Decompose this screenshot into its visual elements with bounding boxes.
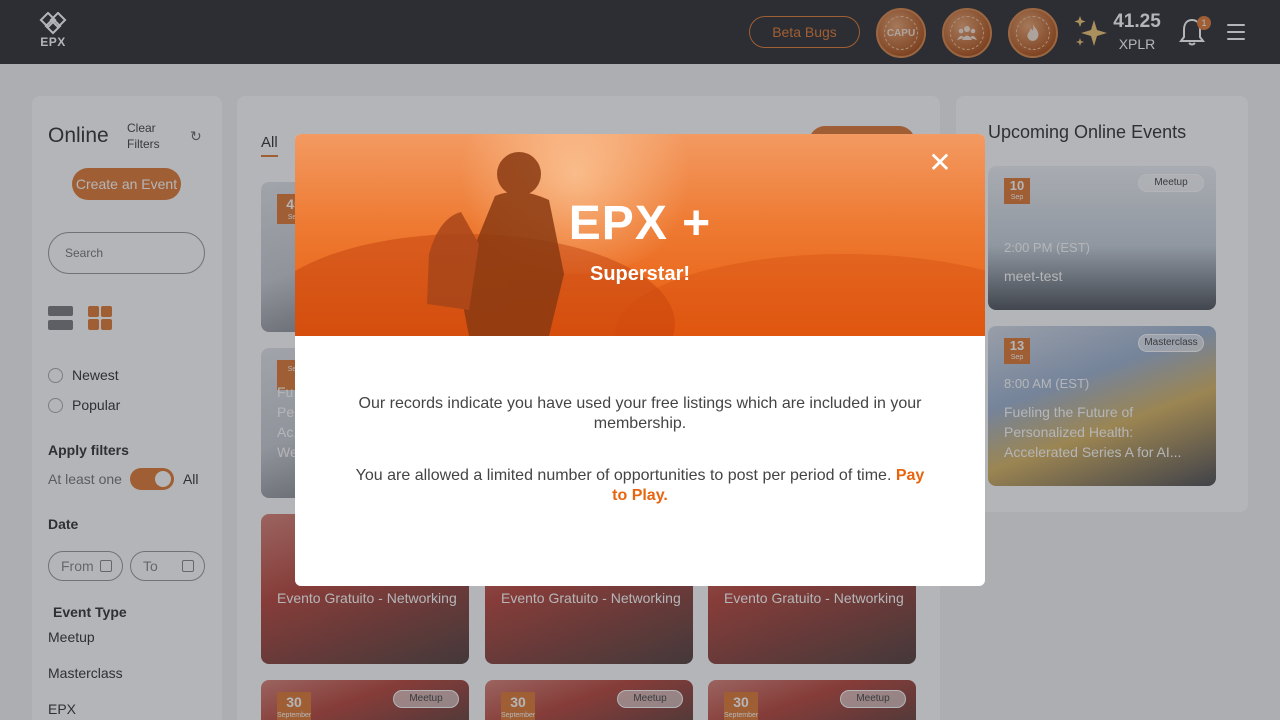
modal-subtitle: Superstar!	[589, 263, 691, 285]
modal-message-listings: Our records indicate you have used your …	[358, 395, 922, 432]
modal-message-limit: You are allowed a limited number of oppo…	[355, 466, 925, 506]
upgrade-modal: ✕ EPX + Superstar! Our records indicate …	[295, 134, 985, 586]
modal-message-limit-text: You are allowed a limited number of oppo…	[355, 467, 892, 484]
close-icon[interactable]: ✕	[927, 149, 953, 177]
modal-title: EPX +	[568, 197, 712, 250]
modal-hero-image: ✕ EPX + Superstar!	[295, 134, 985, 336]
